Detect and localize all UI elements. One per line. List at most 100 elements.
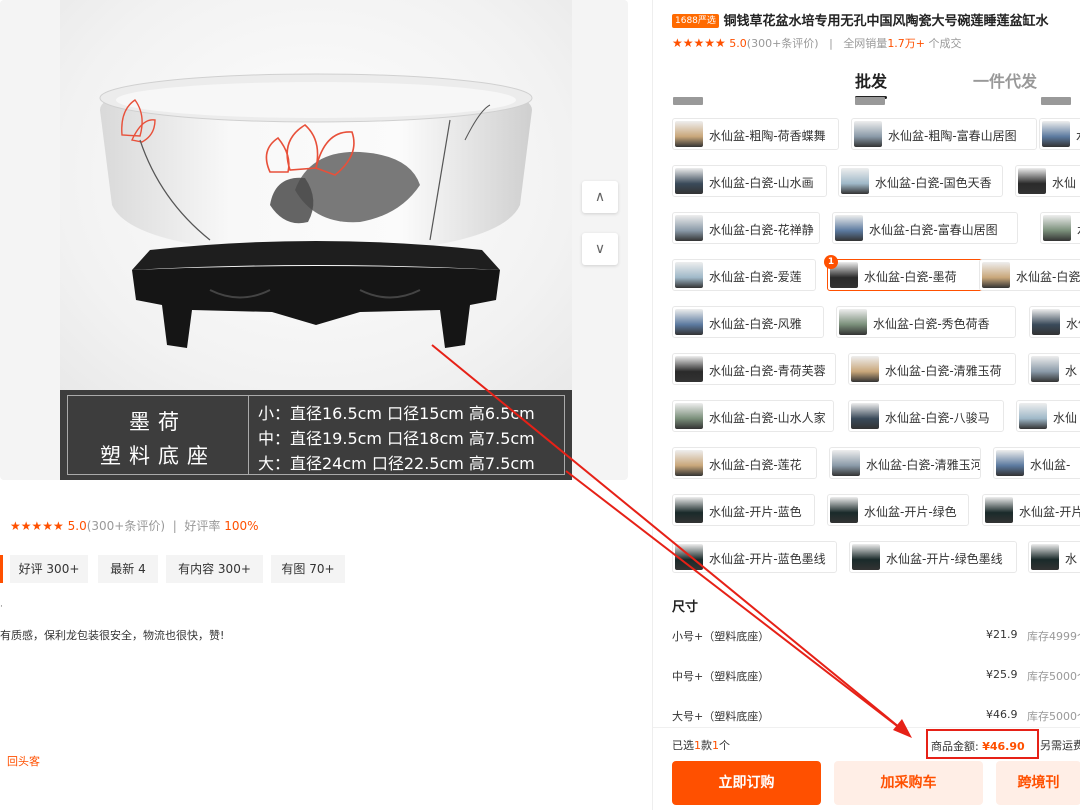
add-to-cart-button[interactable]: 加采购车 — [834, 761, 983, 805]
size-name: 大号+（塑料底座） — [672, 710, 770, 723]
sku-option[interactable]: 水仙盆-白瓷-秀色荷香 — [836, 306, 1016, 338]
sku-option[interactable]: 水仙盆-白瓷-山水画 — [672, 165, 827, 197]
sku-thumbnail — [852, 544, 880, 570]
sku-label: 水仙 — [1052, 176, 1077, 190]
chevron-down-icon: ∨ — [594, 241, 606, 257]
sku-label: 水仙盆-白瓷 — [1016, 270, 1080, 284]
review-tab-content[interactable]: 有内容 300+ — [166, 555, 263, 583]
scrolled-sku-row-edge — [673, 97, 1080, 105]
sku-option[interactable]: 水 — [1028, 541, 1080, 573]
size-name: 小号+（塑料底座） — [672, 630, 770, 643]
sku-option[interactable]: 水仙盆-白瓷-莲花 — [672, 447, 817, 479]
size-row-small[interactable]: 小号+（塑料底座） ¥21.9 库存4999个 — [672, 628, 1080, 648]
selected-kinds: 1 — [694, 739, 701, 752]
size-stock: 库存5000个 — [1027, 710, 1080, 723]
sku-label: 水仙盆-白瓷-富春山居图 — [869, 223, 998, 237]
review-tab-latest[interactable]: 最新 4 — [98, 555, 158, 583]
sku-option-grid: 水仙盆-粗陶-荷香蝶舞水仙盆-粗陶-富春山居图水水仙盆-白瓷-山水画水仙盆-白瓷… — [672, 118, 1080, 578]
review-tab-images[interactable]: 有图 70+ — [271, 555, 345, 583]
sku-label: 水仙盆-白瓷-花禅静 — [709, 223, 814, 237]
rating-score: 5.0 — [729, 37, 747, 50]
sku-thumbnail — [675, 121, 703, 147]
tab-wholesale[interactable]: 批发 — [855, 68, 887, 92]
sku-option[interactable]: 水仙盆-白瓷-八骏马 — [848, 400, 1004, 432]
size-row-large[interactable]: 大号+（塑料底座） ¥46.9 库存5000个 — [672, 708, 1080, 728]
sku-option[interactable]: 水仙盆-白瓷-清雅玉荷 — [848, 353, 1016, 385]
sku-option[interactable]: 水仙 — [1015, 165, 1080, 197]
sku-option[interactable]: 水仙 — [1016, 400, 1080, 432]
tab-dropship[interactable]: 一件代发 — [973, 68, 1037, 92]
size-row-medium[interactable]: 中号+（塑料底座） ¥25.9 库存5000个 — [672, 668, 1080, 688]
spec-line-small: 小：直径16.5cm 口径15cm 高6.5cm — [258, 404, 535, 423]
review-count[interactable]: (300+条评价) — [747, 37, 819, 50]
sku-option[interactable]: 水仙盆-开片-绿色墨线 — [849, 541, 1017, 573]
sku-thumbnail — [851, 403, 879, 429]
order-now-button[interactable]: 立即订购 — [672, 761, 821, 805]
sku-thumbnail — [1031, 544, 1059, 570]
sku-option[interactable]: 水仙盆-白瓷-富春山居图 — [832, 212, 1018, 244]
product-title-row: 1688严选 铜钱草花盆水培专用无孔中国风陶瓷大号碗莲睡莲盆缸水 — [672, 10, 1048, 29]
bowl-illustration — [99, 73, 533, 348]
review-dot: · — [0, 602, 3, 612]
sku-option[interactable]: 水仙盆-白瓷-山水人家 — [672, 400, 834, 432]
cross-border-button[interactable]: 跨境刊 — [996, 761, 1080, 805]
sku-option[interactable]: 水仙盆-开片-绿色 — [827, 494, 969, 526]
gallery-up-button[interactable]: ∧ — [582, 181, 618, 213]
sku-option[interactable]: 水仙盆-开片 — [982, 494, 1080, 526]
sku-option[interactable]: 水 — [1039, 118, 1080, 150]
selected-units: 1 — [712, 739, 719, 752]
size-name: 中号+（塑料底座） — [672, 670, 770, 683]
sku-option[interactable]: 水仙盆-白瓷-爱莲 — [672, 259, 816, 291]
size-price: ¥25.9 — [986, 668, 1018, 681]
sku-option[interactable]: 水仙盆-白瓷 — [979, 259, 1080, 291]
sku-option[interactable]: 水仙盆- — [1029, 306, 1080, 338]
sku-option[interactable]: 水仙盆-开片-蓝色墨线 — [672, 541, 837, 573]
active-review-tab-marker[interactable] — [0, 555, 3, 583]
sku-label: 水仙盆- — [1030, 458, 1071, 472]
sku-thumbnail — [675, 262, 703, 288]
sku-option[interactable]: 水仙盆-粗陶-荷香蝶舞 — [672, 118, 839, 150]
review-summary: ★★★★★ 5.0(300+条评价) | 好评率 100% — [10, 517, 259, 534]
freight-note: 另需运费 — [1040, 739, 1080, 752]
sku-option[interactable]: 水仙盆-白瓷-墨荷 — [827, 259, 986, 291]
sku-label: 水仙盆-开片 — [1019, 505, 1080, 519]
sku-option[interactable]: 水 — [1040, 212, 1080, 244]
amount-highlight-box: 商品金额: ¥46.90 — [926, 729, 1039, 759]
sku-label: 水仙盆-白瓷-八骏马 — [885, 411, 990, 425]
sku-label: 水仙盆-白瓷-国色天香 — [875, 176, 992, 190]
sku-option[interactable]: 水 — [1028, 353, 1080, 385]
selected-count: 已选1款1个 — [672, 737, 730, 753]
sku-thumbnail — [835, 215, 863, 241]
sku-option[interactable]: 水仙盆-白瓷-风雅 — [672, 306, 824, 338]
sku-label: 水仙盆-白瓷-莲花 — [709, 458, 802, 472]
sku-option[interactable]: 水仙盆- — [993, 447, 1080, 479]
sku-option[interactable]: 水仙盆-粗陶-富春山居图 — [851, 118, 1037, 150]
order-summary: 已选1款1个 商品金额: ¥46.90 另需运费 — [653, 727, 1080, 761]
good-rate-value: 100% — [224, 519, 259, 533]
sku-thumbnail — [839, 309, 867, 335]
sku-option[interactable]: 水仙盆-白瓷-青荷芙蓉 — [672, 353, 836, 385]
sku-option[interactable]: 水仙盆-开片-蓝色 — [672, 494, 815, 526]
sku-label: 水仙盆- — [1066, 317, 1080, 331]
sku-thumbnail — [675, 309, 703, 335]
spec-divider — [248, 396, 249, 474]
sku-label: 水仙盆-白瓷-墨荷 — [864, 270, 957, 284]
size-stock: 库存4999个 — [1027, 630, 1080, 643]
sku-thumbnail — [996, 450, 1024, 476]
review-count: (300+条评价) — [86, 519, 166, 533]
sku-thumbnail — [1031, 356, 1059, 382]
main-product-image[interactable]: 墨荷 塑料底座 小：直径16.5cm 口径15cm 高6.5cm 中：直径19.… — [0, 0, 628, 480]
sku-thumbnail — [841, 168, 869, 194]
bowl-photo — [60, 0, 572, 390]
review-tab-good[interactable]: 好评 300+ — [10, 555, 88, 583]
sku-thumbnail — [675, 356, 703, 382]
sku-thumbnail — [675, 497, 703, 523]
gallery-down-button[interactable]: ∨ — [582, 233, 618, 265]
sku-option[interactable]: 水仙盆-白瓷-清雅玉河 — [829, 447, 981, 479]
sku-label: 水仙盆-开片-绿色 — [864, 505, 957, 519]
sku-thumbnail — [982, 262, 1010, 288]
sku-option[interactable]: 水仙盆-白瓷-国色天香 — [838, 165, 1003, 197]
review-content: 有质感，保利龙包装很安全，物流也很快，赞! — [0, 629, 225, 642]
sku-thumbnail — [832, 450, 860, 476]
sku-option[interactable]: 水仙盆-白瓷-花禅静 — [672, 212, 820, 244]
